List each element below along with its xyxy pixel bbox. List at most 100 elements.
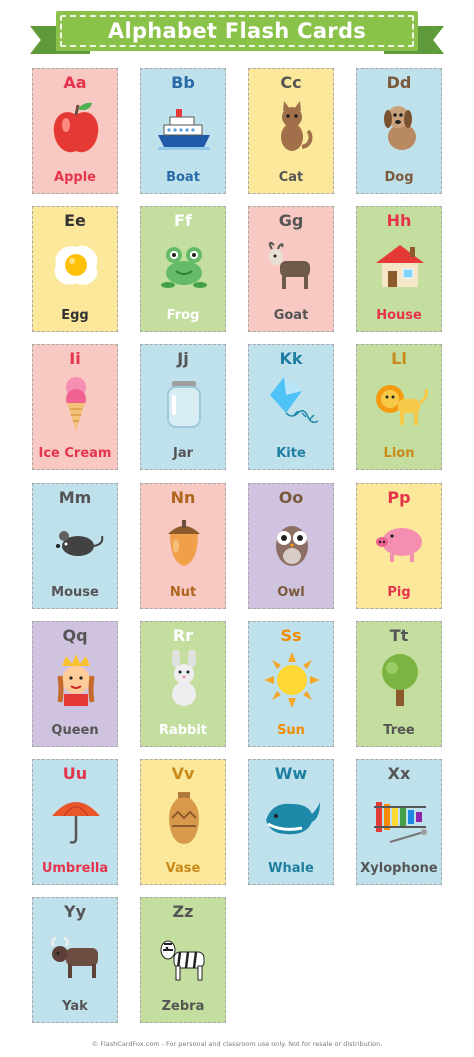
flash-card-dog: Dd Dog: [356, 68, 442, 194]
card-letters: Ll: [391, 349, 407, 368]
card-word: Vase: [165, 861, 201, 876]
xylophone-icon: [370, 788, 430, 848]
lion-icon: [370, 373, 430, 433]
flash-card-pig: Pp Pig: [356, 483, 442, 609]
card-word: Pig: [387, 585, 411, 600]
card-letters: Qq: [62, 626, 88, 645]
card-letters: Vv: [171, 764, 195, 783]
whale-icon: [262, 788, 322, 848]
card-word: Whale: [268, 861, 314, 876]
flash-card-queen: Qq Queen: [32, 621, 118, 747]
card-letters: Ee: [64, 211, 86, 230]
flash-card-zebra: Zz Zebra: [140, 897, 226, 1023]
mouse-icon: [46, 512, 106, 572]
flash-card-house: Hh House: [356, 206, 442, 332]
card-word: Apple: [54, 170, 96, 185]
rabbit-icon: [154, 648, 214, 710]
umbrella-icon: [46, 788, 106, 848]
yak-icon: [46, 926, 106, 986]
card-letters: Dd: [386, 73, 412, 92]
card-word: Frog: [166, 308, 200, 323]
jar-icon: [154, 373, 214, 433]
nut-icon: [154, 512, 214, 572]
card-word: Tree: [383, 723, 415, 738]
card-word: Yak: [62, 999, 88, 1014]
card-word: Sun: [277, 723, 305, 738]
card-word: Kite: [276, 446, 306, 461]
card-word: Jar: [172, 446, 194, 461]
flash-card-egg: Ee Egg: [32, 206, 118, 332]
card-word: Owl: [277, 585, 305, 600]
card-word: House: [376, 308, 422, 323]
frog-icon: [154, 235, 214, 295]
goat-icon: [262, 235, 322, 295]
card-letters: Nn: [170, 488, 196, 507]
dog-icon: [370, 97, 430, 157]
card-letters: Ii: [69, 349, 81, 368]
page-title: Alphabet Flash Cards: [107, 19, 367, 43]
flash-card-grid: Aa Apple Bb Boat Cc Cat Dd Dog Ee Egg Ff Frog Gg Goat…: [0, 0, 474, 1057]
card-word: Ice Cream: [38, 446, 112, 461]
card-word: Goat: [273, 308, 309, 323]
apple-icon: [46, 97, 106, 157]
card-letters: Gg: [278, 211, 304, 230]
flash-card-kite: Kk Kite: [248, 344, 334, 470]
card-word: Dog: [384, 170, 414, 185]
flash-card-tree: Tt Tree: [356, 621, 442, 747]
card-letters: Pp: [387, 488, 411, 507]
card-word: Rabbit: [158, 723, 208, 738]
ice-cream-icon: [46, 373, 106, 433]
owl-icon: [262, 512, 322, 572]
card-letters: Tt: [389, 626, 409, 645]
flash-card-umbrella: Uu Umbrella: [32, 759, 118, 885]
card-word: Nut: [169, 585, 197, 600]
card-word: Cat: [278, 170, 304, 185]
egg-icon: [46, 235, 106, 295]
flash-card-goat: Gg Goat: [248, 206, 334, 332]
flash-card-frog: Ff Frog: [140, 206, 226, 332]
house-icon: [370, 235, 430, 295]
flash-card-apple: Aa Apple: [32, 68, 118, 194]
card-letters: Bb: [171, 73, 195, 92]
kite-icon: [262, 373, 322, 433]
card-letters: Jj: [177, 349, 189, 368]
flash-card-mouse: Mm Mouse: [32, 483, 118, 609]
flash-card-vase: Vv Vase: [140, 759, 226, 885]
footer-note: © FlashCardFox.com - For personal and cl…: [91, 1040, 383, 1048]
flash-card-whale: Ww Whale: [248, 759, 334, 885]
card-letters: Yy: [63, 902, 86, 921]
sun-icon: [262, 650, 322, 710]
flash-card-nut: Nn Nut: [140, 483, 226, 609]
card-letters: Ff: [174, 211, 192, 230]
card-letters: Cc: [280, 73, 302, 92]
cat-icon: [262, 97, 322, 157]
tree-icon: [370, 650, 430, 710]
card-letters: Rr: [172, 626, 194, 645]
card-letters: Zz: [172, 902, 194, 921]
card-word: Egg: [61, 308, 89, 323]
boat-icon: [154, 97, 214, 157]
flash-card-boat: Bb Boat: [140, 68, 226, 194]
flash-card-cat: Cc Cat: [248, 68, 334, 194]
card-word: Boat: [166, 170, 200, 185]
card-word: Zebra: [161, 999, 205, 1014]
pig-icon: [370, 512, 430, 572]
card-letters: Ww: [274, 764, 308, 783]
card-word: Mouse: [51, 585, 99, 600]
card-word: Lion: [383, 446, 415, 461]
flash-card-jar: Jj Jar: [140, 344, 226, 470]
flash-card-ice-cream: Ii Ice Cream: [32, 344, 118, 470]
flash-card-lion: Ll Lion: [356, 344, 442, 470]
flash-card-owl: Oo Owl: [248, 483, 334, 609]
card-word: Xylophone: [360, 861, 438, 876]
card-letters: Kk: [279, 349, 303, 368]
queen-icon: [46, 650, 106, 710]
card-letters: Oo: [278, 488, 304, 507]
flash-card-yak: Yy Yak: [32, 897, 118, 1023]
card-letters: Mm: [58, 488, 92, 507]
card-letters: Ss: [280, 626, 302, 645]
card-word: Queen: [51, 723, 99, 738]
flash-card-sun: Ss Sun: [248, 621, 334, 747]
zebra-icon: [154, 926, 214, 986]
card-letters: Aa: [63, 73, 87, 92]
